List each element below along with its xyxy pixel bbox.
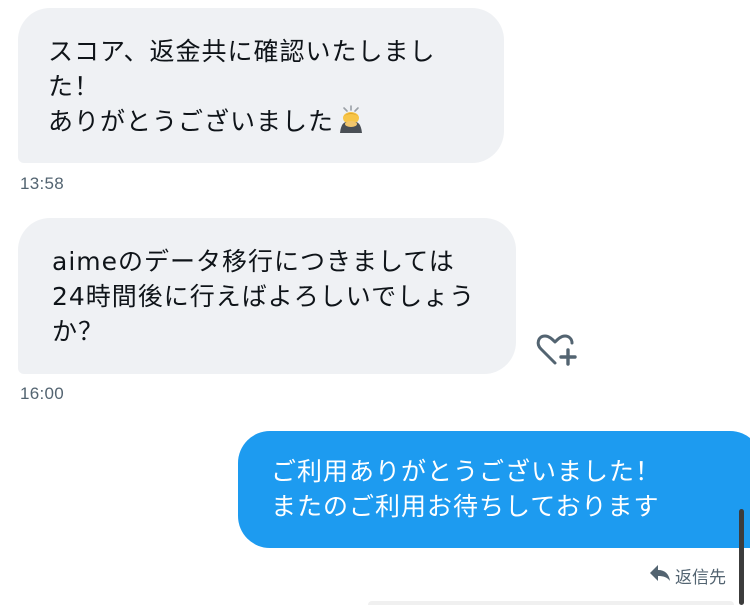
message-bubble-outgoing[interactable]: ご利用ありがとうございました！ またのご利用お待ちしております [238,431,750,548]
scrollbar-thumb[interactable] [739,509,744,605]
heart-plus-icon[interactable] [535,330,579,370]
person-bowing-emoji [336,104,366,134]
next-message-preview [368,601,734,605]
dm-conversation: スコア、返金共に確認いたしました！ ありがとうございました 13:58 aime… [0,0,750,605]
reply-label: 返信先 [675,567,726,588]
message-bubble-incoming[interactable]: aimeのデータ移行につきましては24時間後に行えばよろしいでしょうか？ [18,218,516,374]
message-timestamp: 16:00 [20,384,65,403]
message-timestamp: 13:58 [20,174,65,193]
reply-arrow-icon [648,562,672,588]
message-bubble-incoming[interactable]: スコア、返金共に確認いたしました！ ありがとうございました [18,8,504,163]
message-text: スコア、返金共に確認いたしました！ ありがとうございました [48,37,436,136]
reply-button[interactable]: 返信先 [648,562,726,588]
